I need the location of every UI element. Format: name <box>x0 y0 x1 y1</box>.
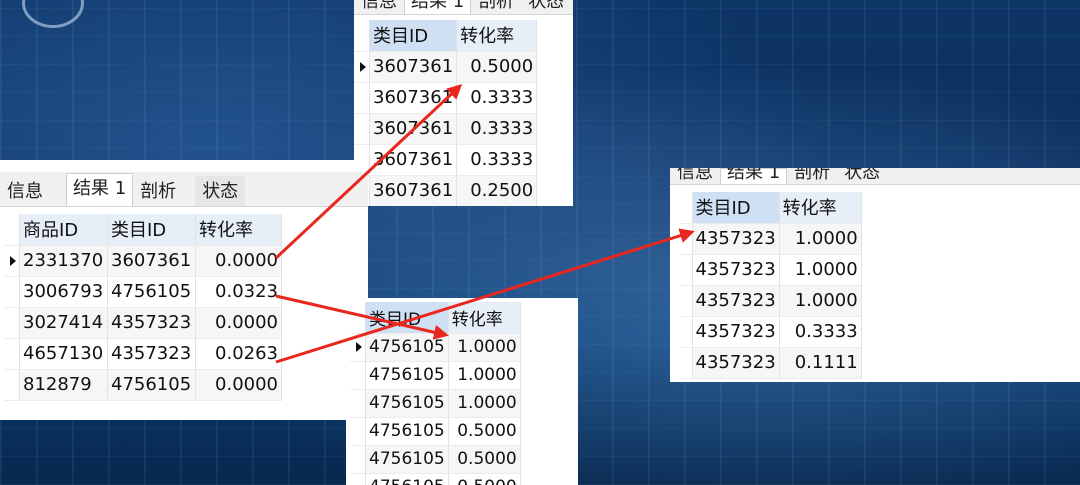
arrow-row4-to-right-table <box>275 228 695 364</box>
annotation-arrows <box>274 83 695 364</box>
arrow-row1-to-top-table <box>274 83 463 260</box>
